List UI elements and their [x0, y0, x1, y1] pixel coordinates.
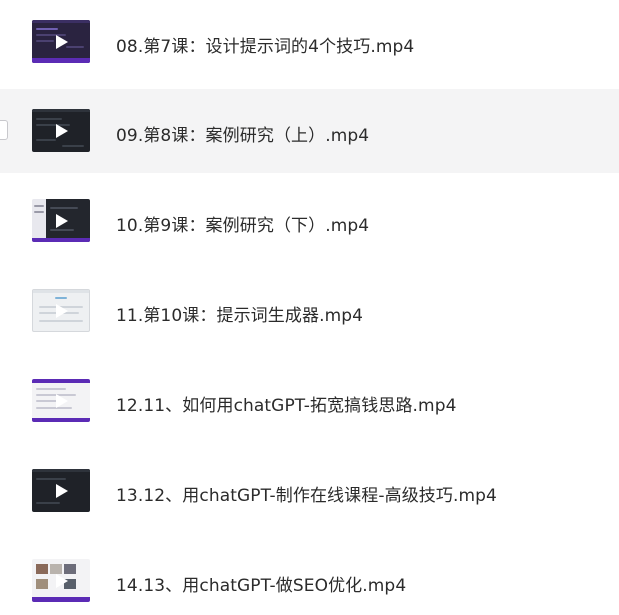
file-name[interactable]: 12.11、如何用chatGPT-拓宽搞钱思路.mp4	[116, 391, 457, 416]
list-item[interactable]: 11.第10课：提示词生成器.mp4	[0, 269, 619, 353]
video-thumbnail[interactable]	[32, 20, 90, 63]
file-name[interactable]: 11.第10课：提示词生成器.mp4	[116, 301, 363, 326]
file-name[interactable]: 13.12、用chatGPT-制作在线课程-高级技巧.mp4	[116, 481, 497, 506]
video-thumbnail[interactable]	[32, 199, 90, 242]
video-thumbnail[interactable]	[32, 469, 90, 512]
play-icon	[56, 34, 68, 49]
video-thumbnail[interactable]	[32, 559, 90, 602]
list-item[interactable]: 10.第9课：案例研究（下）.mp4	[0, 179, 619, 263]
video-file-list: 08.第7课：设计提示词的4个技巧.mp4 09.第8课：案例研究（上）.mp4	[0, 0, 619, 615]
play-icon	[56, 393, 68, 408]
file-name[interactable]: 14.13、用chatGPT-做SEO优化.mp4	[116, 571, 406, 596]
play-icon	[56, 213, 68, 228]
list-item[interactable]: 08.第7课：设计提示词的4个技巧.mp4	[0, 0, 619, 84]
list-item[interactable]: 09.第8课：案例研究（上）.mp4	[0, 89, 619, 173]
play-icon	[56, 483, 68, 498]
file-name[interactable]: 10.第9课：案例研究（下）.mp4	[116, 211, 369, 236]
play-icon	[56, 303, 68, 318]
file-name[interactable]: 09.第8课：案例研究（上）.mp4	[116, 121, 369, 146]
select-checkbox[interactable]	[0, 120, 8, 140]
play-icon	[56, 123, 68, 138]
list-item[interactable]: 14.13、用chatGPT-做SEO优化.mp4	[0, 539, 619, 615]
play-icon	[56, 573, 68, 588]
list-item[interactable]: 13.12、用chatGPT-制作在线课程-高级技巧.mp4	[0, 449, 619, 533]
list-item[interactable]: 12.11、如何用chatGPT-拓宽搞钱思路.mp4	[0, 359, 619, 443]
video-thumbnail[interactable]	[32, 379, 90, 422]
file-name[interactable]: 08.第7课：设计提示词的4个技巧.mp4	[116, 32, 414, 57]
video-thumbnail[interactable]	[32, 109, 90, 152]
video-thumbnail[interactable]	[32, 289, 90, 332]
